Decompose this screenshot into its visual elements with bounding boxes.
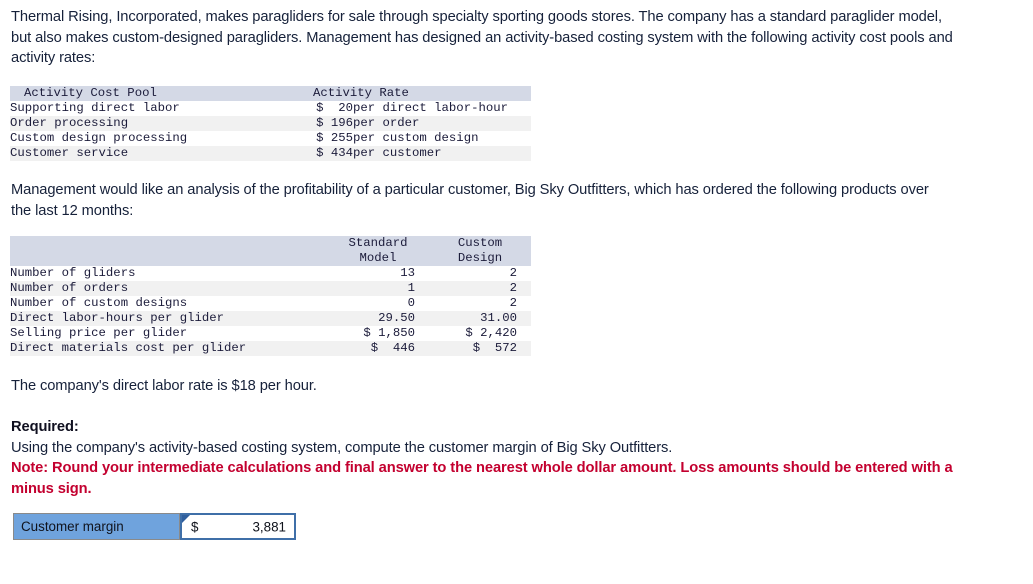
cell-standard-model-value: 0 [407,296,415,310]
table-bottom-spacer [10,161,531,167]
cell-custom-design-value: $ 2,420 [465,326,517,340]
spacer-cell [429,356,531,362]
cell-standard-model-value: $ 446 [327,341,429,356]
table-header-row: Activity Cost Pool Activity Rate [10,86,531,101]
required-block: Required: Using the company's activity-b… [11,417,971,499]
table-row: Customer service $ 434 per customer [10,146,531,161]
analysis-paragraph: Management would like an analysis of the… [11,182,929,219]
customer-margin-input-cell[interactable]: $ 3,881 [180,513,296,540]
answer-entry-row: Customer margin $ 3,881 [13,513,296,540]
cell-standard-model-value: $ 1,850 [363,326,415,340]
table-row: Direct materials cost per glider $ 446 $… [10,341,531,356]
customer-margin-label-cell: Customer margin [13,513,180,540]
question-page: Thermal Rising, Incorporated, makes para… [0,0,1033,584]
spacer-cell [10,356,327,362]
product-data-table: Standard Custom Model Design Number of g… [10,236,531,362]
cell-activity-cost-pool: Order processing [10,116,278,131]
cell-activity-cost-pool: Customer service [10,146,278,161]
activity-rate-table: Activity Cost Pool Activity Rate Support… [10,86,531,167]
table-row: Number of orders 1 2 [10,281,531,296]
column-header-activity-rate: Activity Rate [278,86,531,101]
table-row: Supporting direct labor $ 20 per direct … [10,101,531,116]
table-row: Custom design processing $ 255 per custo… [10,131,531,146]
table-bottom-spacer [10,356,531,362]
column-header-standard-model-line2: Model [327,251,429,266]
cell-custom-design-value: 2 [429,281,531,296]
labor-rate-paragraph: The company's direct labor rate is $18 p… [11,378,317,394]
spacer-cell [353,161,531,167]
cell-item-label: Number of custom designs [10,296,188,310]
cell-flag-marker-icon [182,515,190,523]
cell-activity-cost-pool: Custom design processing [10,131,188,145]
customer-margin-value[interactable]: 3,881 [252,519,286,534]
cell-item-label: Selling price per glider [10,326,188,340]
cell-activity-basis: per order [353,116,531,131]
column-header-custom-design-line2: Design [429,251,531,266]
product-data-table-header: Standard Custom Model Design [10,236,531,266]
product-data-table-body: Number of gliders 13 2 Number of orders … [10,266,531,362]
column-header-standard-model-line1: Standard [327,236,429,251]
table-row: Order processing $ 196 per order [10,116,531,131]
activity-rate-table-header: Activity Cost Pool Activity Rate [10,86,531,101]
currency-symbol: $ [191,519,199,534]
cell-custom-design-value: 31.00 [429,311,531,326]
cell-custom-design-value: $ 572 [429,341,531,356]
cell-activity-basis: per custom design [353,131,479,145]
cell-custom-design-value: 2 [509,266,517,280]
required-instruction: Using the company's activity-based costi… [11,439,673,456]
column-header-custom-design-line1: Custom [429,236,531,251]
spacer-cell [327,356,429,362]
cell-item-label: Number of gliders [10,266,136,280]
column-header-blank [10,236,327,266]
cell-custom-design-value: 2 [509,296,517,310]
table-row: Number of gliders 13 2 [10,266,531,281]
cell-activity-basis: per direct labor-hour [353,101,508,115]
cell-activity-rate: $ 20 [316,101,353,115]
required-note: Note: Round your intermediate calculatio… [11,460,953,497]
table-header-row-line1: Standard Custom [10,236,531,266]
cell-standard-model-value: 29.50 [327,311,429,326]
cell-standard-model-value: 1 [327,281,429,296]
cell-activity-rate: $ 255 [316,131,353,145]
column-header-activity-cost-pool: Activity Cost Pool [10,86,278,101]
table-row: Direct labor-hours per glider 29.50 31.0… [10,311,531,326]
activity-rate-table-body: Supporting direct labor $ 20 per direct … [10,101,531,167]
table-row: Number of custom designs 0 2 [10,296,531,311]
cell-item-label: Direct materials cost per glider [10,341,327,356]
intro-paragraph: Thermal Rising, Incorporated, makes para… [11,9,953,66]
cell-activity-rate: $ 434 [278,146,353,161]
spacer-cell [10,161,278,167]
cell-activity-cost-pool: Supporting direct labor [10,101,180,115]
cell-activity-basis: per customer [353,146,531,161]
required-label: Required: [11,419,79,435]
spacer-cell [278,161,353,167]
cell-activity-rate: $ 196 [278,116,353,131]
cell-item-label: Number of orders [10,281,327,296]
cell-standard-model-value: 13 [400,266,415,280]
customer-margin-label: Customer margin [21,519,124,534]
table-row: Selling price per glider $ 1,850 $ 2,420 [10,326,531,341]
cell-item-label: Direct labor-hours per glider [10,311,327,326]
